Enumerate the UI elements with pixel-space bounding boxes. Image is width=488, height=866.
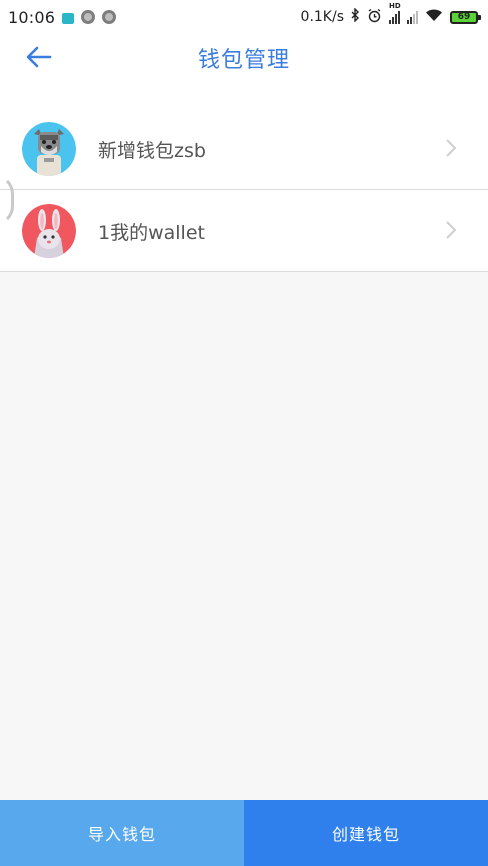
app-header: 钱包管理 <box>0 34 488 90</box>
wallet-name: 1我的wallet <box>98 222 205 244</box>
bluetooth-icon <box>351 7 360 26</box>
import-wallet-button[interactable]: 导入钱包 <box>0 800 244 866</box>
battery-icon: 69 <box>450 10 481 24</box>
signal-icon <box>407 10 418 24</box>
wallet-item[interactable]: 1我的wallet <box>0 190 488 272</box>
hd-signal-icon: HD <box>389 2 401 24</box>
hd-label: HD <box>389 1 401 10</box>
wallet-list: 新增钱包zsb 1我的wallet <box>0 90 488 272</box>
chevron-right-icon <box>446 221 457 239</box>
status-time: 10:06 <box>8 7 56 27</box>
rabbit-avatar-icon <box>22 204 76 258</box>
dog-avatar-icon <box>22 122 76 176</box>
notification-dot-icon <box>81 10 96 24</box>
status-left: 10:06 <box>8 7 117 27</box>
wifi-icon <box>425 8 443 26</box>
battery-level: 69 <box>457 11 471 22</box>
notification-dot-icon <box>102 10 117 24</box>
bottom-action-bar: 导入钱包 创建钱包 <box>0 800 488 866</box>
alarm-icon <box>367 8 382 27</box>
wallet-name: 新增钱包zsb <box>98 140 206 162</box>
chevron-right-icon <box>446 139 457 157</box>
status-right: 0.1K/s HD 69 <box>300 2 481 27</box>
wallet-item[interactable]: 新增钱包zsb <box>0 108 488 190</box>
network-speed: 0.1K/s <box>300 9 344 25</box>
create-wallet-button[interactable]: 创建钱包 <box>244 800 488 866</box>
page-title: 钱包管理 <box>197 48 290 73</box>
video-notification-icon <box>62 12 75 24</box>
status-bar: 10:06 0.1K/s HD 69 <box>0 0 488 34</box>
